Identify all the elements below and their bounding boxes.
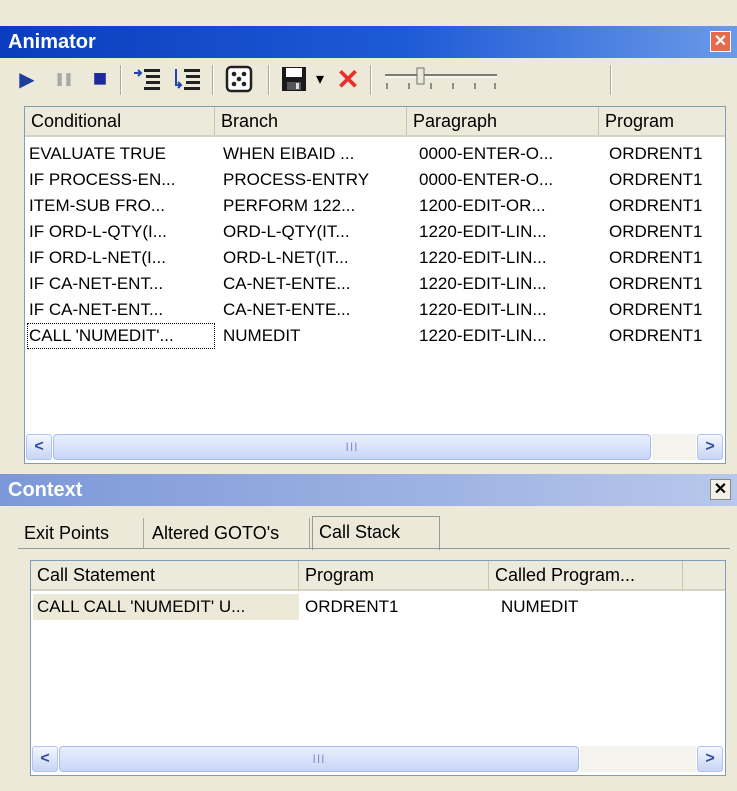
table-cell: 0000-ENTER-O...: [419, 170, 554, 189]
table-cell: IF PROCESS-EN...: [29, 170, 176, 189]
scroll-right-icon[interactable]: >: [697, 434, 723, 460]
step-into-icon[interactable]: [130, 63, 164, 95]
table-cell: IF ORD-L-NET(I...: [29, 248, 166, 267]
animator-list-header: Conditional Branch Paragraph Program: [25, 107, 725, 137]
context-close-icon[interactable]: ✕: [710, 479, 731, 500]
table-cell: ORDRENT1: [609, 326, 703, 345]
scrollbar-track[interactable]: [652, 434, 696, 460]
animator-titlebar: Animator ✕: [0, 26, 737, 58]
table-cell: IF CA-NET-ENT...: [29, 300, 164, 319]
table-cell: ORDRENT1: [609, 300, 703, 319]
call-stack-horizontal-scrollbar[interactable]: < III >: [31, 745, 725, 775]
toolbar-separator: [268, 65, 270, 95]
table-cell: ORDRENT1: [609, 170, 703, 189]
scrollbar-thumb[interactable]: III: [59, 746, 579, 772]
table-cell: CALL 'NUMEDIT'...: [27, 323, 215, 349]
table-cell: ORDRENT1: [609, 144, 703, 163]
column-header-paragraph[interactable]: Paragraph: [407, 107, 599, 135]
table-cell: ORDRENT1: [609, 196, 703, 215]
table-cell: 1220-EDIT-LIN...: [419, 326, 547, 345]
toolbar-separator: [610, 65, 612, 95]
tab-call-stack[interactable]: Call Stack: [312, 516, 440, 550]
table-cell: ORDRENT1: [609, 274, 703, 293]
table-cell: CA-NET-ENTE...: [223, 300, 351, 319]
column-header-conditional[interactable]: Conditional: [25, 107, 215, 135]
column-header-call-statement[interactable]: Call Statement: [31, 561, 299, 589]
scrollbar-track[interactable]: [580, 746, 696, 772]
scroll-left-icon[interactable]: <: [26, 434, 52, 460]
table-row[interactable]: CALL CALL 'NUMEDIT' U... ORDRENT1 NUMEDIT: [31, 594, 725, 620]
toolbar-separator: [120, 65, 122, 95]
context-titlebar: Context ✕: [0, 474, 737, 506]
tab-altered-gotos[interactable]: Altered GOTO's: [146, 518, 310, 548]
table-row[interactable]: EVALUATE TRUE WHEN EIBAID ... 0000-ENTER-O…: [25, 141, 725, 167]
table-row[interactable]: CALL 'NUMEDIT'... NUMEDIT 1220-EDIT-LIN...…: [25, 323, 725, 349]
animator-toolbar: ▶ ❚❚ ■ ▾ ✕: [10, 59, 728, 101]
stop-icon[interactable]: ■: [86, 63, 114, 95]
dropdown-arrow-icon[interactable]: ▾: [312, 63, 328, 95]
table-cell: ORDRENT1: [609, 248, 703, 267]
table-cell: CALL CALL 'NUMEDIT' U...: [33, 594, 299, 620]
table-cell: NUMEDIT: [223, 326, 301, 345]
table-row[interactable]: IF CA-NET-ENT... CA-NET-ENTE... 1220-EDIT-…: [25, 271, 725, 297]
animator-list[interactable]: Conditional Branch Paragraph Program EVA…: [24, 106, 726, 464]
toolbar-separator: [212, 65, 214, 95]
pause-icon[interactable]: ❚❚: [50, 63, 76, 95]
table-cell: PROCESS-ENTRY: [223, 170, 370, 189]
toolbar-separator: [370, 65, 372, 95]
table-cell: ORD-L-NET(IT...: [223, 248, 349, 267]
dice-icon[interactable]: [222, 63, 256, 95]
table-cell: ITEM-SUB FRO...: [29, 196, 165, 215]
table-cell: ORDRENT1: [305, 597, 399, 616]
table-cell: PERFORM 122...: [223, 196, 356, 215]
column-header-program[interactable]: Program: [599, 107, 725, 135]
table-cell: 1220-EDIT-LIN...: [419, 222, 547, 241]
table-cell: IF ORD-L-QTY(I...: [29, 222, 167, 241]
table-row[interactable]: IF ORD-L-QTY(I... ORD-L-QTY(IT... 1220-EDI…: [25, 219, 725, 245]
animator-horizontal-scrollbar[interactable]: < III >: [25, 433, 725, 463]
context-title: Context: [8, 479, 83, 501]
column-header-program[interactable]: Program: [299, 561, 489, 589]
column-header-empty: [683, 561, 725, 589]
call-stack-list[interactable]: Call Statement Program Called Program...…: [30, 560, 726, 776]
column-header-called-program[interactable]: Called Program...: [489, 561, 683, 589]
table-row[interactable]: IF PROCESS-EN... PROCESS-ENTRY 0000-ENTER-…: [25, 167, 725, 193]
tab-exit-points[interactable]: Exit Points: [18, 518, 144, 548]
animator-close-icon[interactable]: ✕: [710, 31, 731, 52]
step-over-icon[interactable]: [170, 63, 204, 95]
table-row[interactable]: ITEM-SUB FRO... PERFORM 122... 1200-EDIT-O…: [25, 193, 725, 219]
speed-slider[interactable]: [382, 63, 500, 95]
table-cell: ORDRENT1: [609, 222, 703, 241]
table-cell: IF CA-NET-ENT...: [29, 274, 164, 293]
scroll-right-icon[interactable]: >: [697, 746, 723, 772]
scrollbar-thumb[interactable]: III: [53, 434, 651, 460]
table-cell: CA-NET-ENTE...: [223, 274, 351, 293]
table-cell: EVALUATE TRUE: [29, 144, 166, 163]
table-cell: 1220-EDIT-LIN...: [419, 300, 547, 319]
table-cell: 1220-EDIT-LIN...: [419, 274, 547, 293]
table-cell: 0000-ENTER-O...: [419, 144, 554, 163]
animator-title: Animator: [8, 31, 96, 53]
save-icon[interactable]: [278, 63, 310, 95]
table-row[interactable]: IF ORD-L-NET(I... ORD-L-NET(IT... 1220-EDI…: [25, 245, 725, 271]
delete-icon[interactable]: ✕: [332, 63, 364, 95]
table-cell: ORD-L-QTY(IT...: [223, 222, 350, 241]
table-cell: NUMEDIT: [501, 597, 579, 616]
call-stack-list-header: Call Statement Program Called Program...: [31, 561, 725, 591]
table-cell: 1200-EDIT-OR...: [419, 196, 546, 215]
scroll-left-icon[interactable]: <: [32, 746, 58, 772]
column-header-branch[interactable]: Branch: [215, 107, 407, 135]
table-cell: 1220-EDIT-LIN...: [419, 248, 547, 267]
table-cell: WHEN EIBAID ...: [223, 144, 355, 163]
tab-panel-border: [18, 548, 730, 549]
play-icon[interactable]: ▶: [14, 63, 40, 95]
table-row[interactable]: IF CA-NET-ENT... CA-NET-ENTE... 1220-EDIT-…: [25, 297, 725, 323]
